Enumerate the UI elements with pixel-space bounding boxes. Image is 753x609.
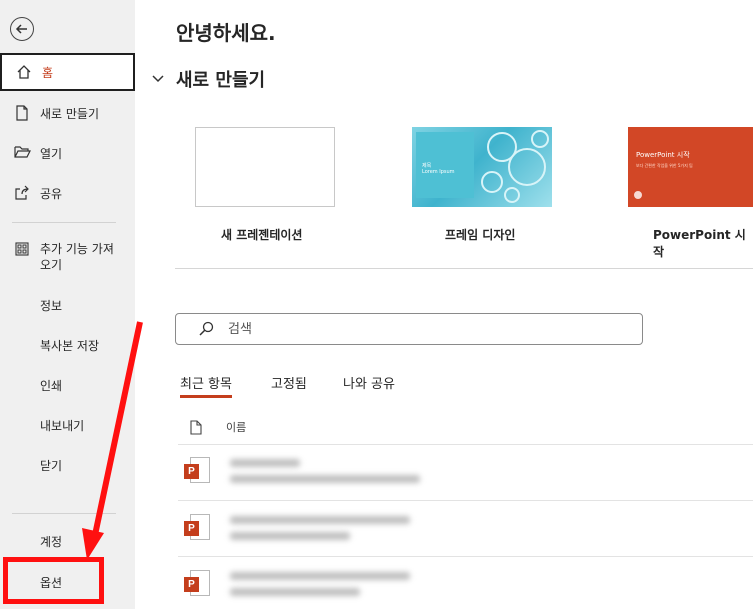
red-highlight-box — [3, 557, 104, 604]
red-arrow-annotation — [82, 321, 143, 560]
